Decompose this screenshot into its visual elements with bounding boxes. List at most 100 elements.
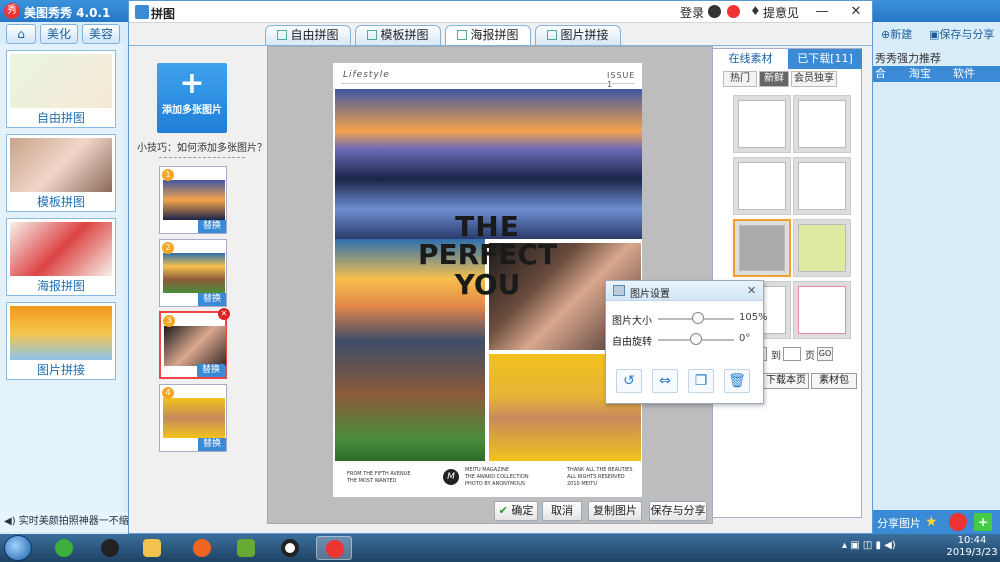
taskbar-app[interactable] bbox=[46, 536, 82, 560]
mode-card-template[interactable]: 模板拼图 bbox=[6, 134, 116, 212]
footer-line: FROM THE FIFTH AVENUE bbox=[347, 471, 411, 477]
add-icon[interactable]: + bbox=[974, 513, 992, 531]
feedback-link[interactable]: 提意见 bbox=[763, 4, 799, 21]
clock[interactable]: 10:44 2019/3/23 bbox=[944, 535, 1000, 559]
qq-icon[interactable] bbox=[708, 5, 721, 18]
feedback-icon: ♦ bbox=[750, 4, 761, 18]
weibo-icon[interactable] bbox=[949, 513, 967, 531]
slot-number: 1 bbox=[162, 169, 174, 181]
dialog-title-bar: 拼图 登录 ♦ 提意见 — ✕ bbox=[129, 1, 872, 23]
mode-thumb bbox=[10, 306, 112, 360]
collage-dialog: 拼图 登录 ♦ 提意见 — ✕ 自由拼图 模板拼图 海报拼图 图片拼接 + 添加… bbox=[128, 0, 873, 534]
download-page-button[interactable]: 下载本页 bbox=[763, 373, 809, 389]
mode-card-poster[interactable]: 海报拼图 bbox=[6, 218, 116, 296]
save-share-button[interactable]: ▣保存与分享 bbox=[929, 26, 994, 42]
template-thumb[interactable] bbox=[733, 95, 791, 153]
system-tray[interactable]: ▴ ▣ ◫ ▮ ◀) bbox=[842, 540, 896, 551]
divider bbox=[341, 83, 634, 84]
page-input[interactable] bbox=[783, 347, 801, 361]
template-thumb[interactable] bbox=[793, 219, 851, 277]
rotate-icon[interactable]: ↺ bbox=[616, 369, 642, 393]
status-bar[interactable]: ◀) 实时美颜拍照神器一不缩图 bbox=[0, 512, 128, 532]
recommend-label: 秀秀强力推荐 bbox=[875, 52, 941, 65]
taskbar-app[interactable] bbox=[92, 536, 128, 560]
image-slot-3[interactable]: 3 替换 ✕ bbox=[159, 308, 230, 379]
rotate-row: 自由旋转 0° bbox=[612, 333, 762, 348]
confirm-button[interactable]: ✔ 确定 bbox=[494, 501, 538, 521]
tab-free-collage[interactable]: 自由拼图 bbox=[265, 25, 351, 45]
replace-button[interactable]: 替换 bbox=[198, 293, 226, 306]
subtab-hot[interactable]: 热门 bbox=[723, 71, 757, 87]
tab-downloaded[interactable]: 已下载[11] bbox=[788, 49, 862, 69]
poster-headline-line: YOU bbox=[454, 268, 521, 301]
tab-poster-collage[interactable]: 海报拼图 bbox=[445, 25, 531, 46]
home-button[interactable]: ⌂ bbox=[6, 24, 36, 44]
tab-label: 模板拼图 bbox=[380, 28, 429, 42]
photo-settings-popup: 图片设置 ✕ 图片大小 105% 自由旋转 0° ↺ ⇔ ❐ 🗑 bbox=[605, 280, 768, 404]
taskbar-app[interactable] bbox=[272, 536, 308, 560]
image-slot-4[interactable]: 4 替换 bbox=[159, 384, 227, 452]
tip-link[interactable]: 小技巧：如何添加多张图片？ bbox=[137, 139, 267, 154]
plus-icon: ⊕ bbox=[881, 28, 891, 41]
subtab-fresh[interactable]: 新鲜 bbox=[759, 71, 789, 87]
recommend-tab[interactable]: 合 bbox=[875, 66, 886, 82]
save-share-button[interactable]: 保存与分享 bbox=[649, 501, 707, 521]
copy-image-button[interactable]: 复制图片 bbox=[588, 501, 642, 521]
cancel-button[interactable]: 取消 bbox=[542, 501, 582, 521]
size-value: 105% bbox=[739, 312, 768, 323]
rotate-slider-handle[interactable] bbox=[690, 333, 702, 345]
template-thumb[interactable] bbox=[793, 95, 851, 153]
nav-tab-beautify[interactable]: 美化 bbox=[40, 24, 78, 44]
poster-headline-line: PERFECT bbox=[417, 238, 558, 271]
weibo-icon[interactable] bbox=[727, 5, 740, 18]
layer-icon[interactable]: ❐ bbox=[688, 369, 714, 393]
slot-thumbnail bbox=[163, 253, 225, 293]
template-thumb[interactable] bbox=[733, 157, 791, 215]
template-thumb[interactable] bbox=[793, 157, 851, 215]
recommend-tab[interactable]: 软件 bbox=[953, 66, 975, 82]
material-pack-button[interactable]: 素材包 bbox=[811, 373, 857, 389]
login-link[interactable]: 登录 bbox=[680, 4, 704, 21]
mode-card-free[interactable]: 自由拼图 bbox=[6, 50, 116, 128]
template-thumb-selected[interactable] bbox=[733, 219, 791, 277]
template-thumb[interactable] bbox=[793, 281, 851, 339]
star-icon[interactable]: ★ bbox=[925, 514, 938, 530]
size-slider-handle[interactable] bbox=[691, 312, 704, 324]
share-label: 分享图片 bbox=[877, 517, 921, 530]
taskbar-app[interactable] bbox=[228, 536, 264, 560]
footer-line: 2010 MEITU bbox=[567, 481, 597, 487]
trash-icon[interactable]: 🗑 bbox=[724, 369, 750, 393]
image-slot-2[interactable]: 2 替换 bbox=[159, 239, 227, 307]
template-preview bbox=[738, 100, 786, 148]
image-slot-1[interactable]: 1 替换 bbox=[159, 166, 227, 234]
replace-button[interactable]: 替换 bbox=[198, 438, 226, 451]
taskbar-app-active[interactable] bbox=[316, 536, 352, 560]
tab-template-collage[interactable]: 模板拼图 bbox=[355, 25, 441, 45]
start-button[interactable] bbox=[4, 535, 32, 561]
new-label: 新建 bbox=[890, 28, 913, 41]
taskbar-app[interactable] bbox=[134, 536, 170, 560]
mode-card-stitch[interactable]: 图片拼接 bbox=[6, 302, 116, 380]
subtab-vip[interactable]: 会员独享 bbox=[791, 71, 837, 87]
nav-tab-beauty[interactable]: 美容 bbox=[82, 24, 120, 44]
flip-horizontal-icon[interactable]: ⇔ bbox=[652, 369, 678, 393]
go-button[interactable]: GO bbox=[817, 347, 833, 361]
delete-icon[interactable]: ✕ bbox=[218, 308, 230, 320]
tab-image-stitch[interactable]: 图片拼接 bbox=[535, 25, 621, 45]
add-images-label: 添加多张图片 bbox=[162, 105, 222, 116]
replace-button[interactable]: 替换 bbox=[198, 220, 226, 233]
minimize-button[interactable]: — bbox=[813, 3, 831, 21]
close-button[interactable]: ✕ bbox=[847, 3, 865, 21]
replace-button[interactable]: 替换 bbox=[197, 364, 225, 377]
check-icon: ✔ bbox=[498, 504, 508, 517]
taskbar-app[interactable] bbox=[184, 536, 220, 560]
tab-online-materials[interactable]: 在线素材 bbox=[713, 49, 788, 69]
recommend-tab[interactable]: 淘宝 bbox=[909, 66, 931, 82]
footer-line: THANK ALL THE BEAUTIES bbox=[567, 467, 633, 473]
add-images-button[interactable]: + 添加多张图片 bbox=[157, 63, 227, 133]
share-bar: 分享图片 ★ + bbox=[873, 510, 1000, 534]
clock-time: 10:44 bbox=[957, 535, 987, 546]
close-icon[interactable]: ✕ bbox=[747, 284, 756, 297]
status-text: 实时美颜拍照神器一不缩图 bbox=[18, 516, 128, 527]
new-button[interactable]: ⊕新建 bbox=[881, 26, 912, 42]
